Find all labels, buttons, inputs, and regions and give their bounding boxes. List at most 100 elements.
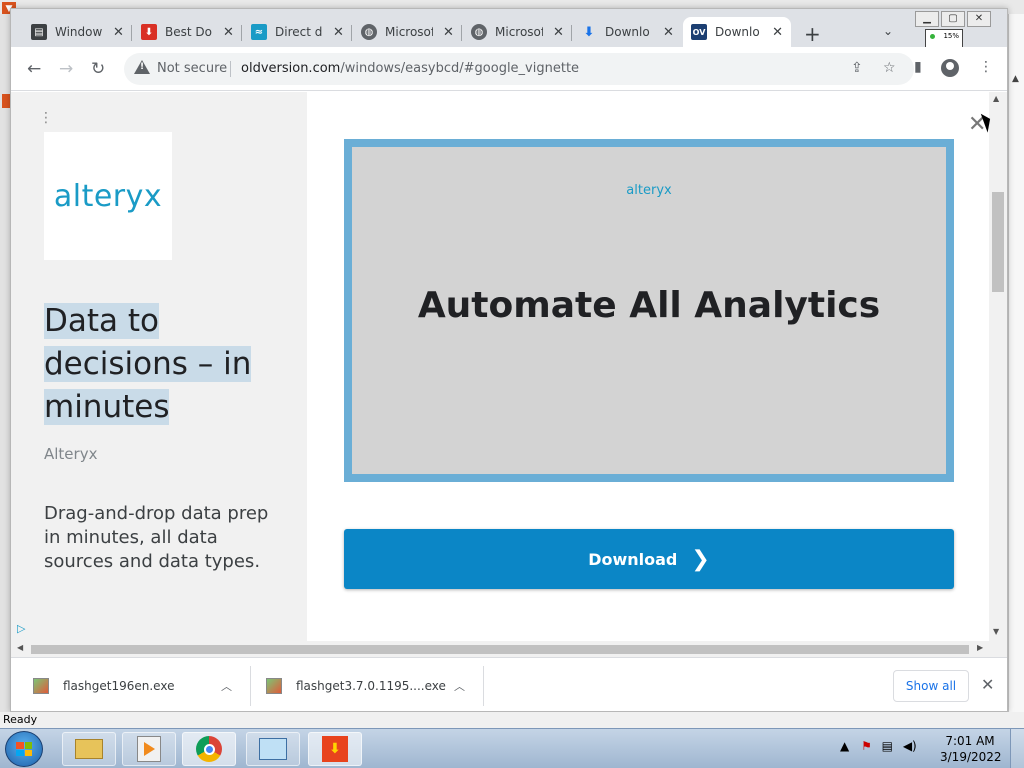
- url-host: oldversion.com: [241, 61, 341, 76]
- taskbar-media-player[interactable]: [122, 732, 176, 766]
- download-item[interactable]: flashget3.7.0.1195....exe: [266, 658, 466, 711]
- download-cta-button[interactable]: Download ❯: [344, 529, 954, 589]
- tab-close-icon[interactable]: ✕: [772, 25, 783, 40]
- tab-download-active[interactable]: OV Downlo ✕: [683, 17, 791, 47]
- advertiser-name[interactable]: Alteryx: [44, 445, 97, 463]
- tab-search-chevron-icon[interactable]: ⌄: [883, 24, 893, 38]
- chevron-up-icon[interactable]: ︿: [221, 678, 232, 694]
- close-window-button[interactable]: ✕: [967, 11, 991, 27]
- show-desktop-button[interactable]: [1010, 729, 1024, 768]
- close-icon[interactable]: ✕: [981, 675, 994, 694]
- forward-arrow-icon[interactable]: →: [59, 59, 73, 79]
- taskbar-chrome[interactable]: [182, 732, 236, 766]
- bookmark-star-icon[interactable]: ☆: [883, 60, 896, 76]
- network-icon[interactable]: ▤: [882, 739, 893, 753]
- tab-download-1[interactable]: ⬇ Downlo ✕: [573, 17, 682, 47]
- url-text[interactable]: oldversion.com/windows/easybcd/#google_v…: [241, 61, 579, 76]
- action-center-flag-icon[interactable]: ⚑: [861, 739, 872, 753]
- adchoices-icon[interactable]: ▷: [17, 622, 25, 635]
- start-button[interactable]: [5, 731, 43, 767]
- side-panel-icon[interactable]: ▮: [914, 59, 922, 75]
- scroll-right-arrow-icon[interactable]: ▶: [977, 643, 983, 652]
- scrollbar-thumb[interactable]: [31, 645, 969, 654]
- download-item[interactable]: flashget196en.exe: [33, 658, 233, 711]
- page-viewport: ⋮ alteryx Data to decisions – in minutes…: [11, 92, 1007, 641]
- tab-close-icon[interactable]: ✕: [553, 25, 564, 40]
- ad-creative-image[interactable]: alteryx Automate All Analytics: [344, 139, 954, 482]
- taskbar-flashget[interactable]: ⬇: [308, 732, 362, 766]
- background-window-right-edge: ▲: [1008, 14, 1024, 714]
- minimize-button[interactable]: ▁: [915, 11, 939, 27]
- tab-close-icon[interactable]: ✕: [333, 25, 344, 40]
- tab-direct-download[interactable]: ≈ Direct d ✕: [243, 17, 352, 47]
- media-player-icon: [137, 736, 161, 762]
- tab-microsoft-1[interactable]: ◍ Microsof ✕: [353, 17, 462, 47]
- folder-icon: [75, 739, 103, 759]
- globe-icon: ◍: [361, 24, 377, 40]
- status-bar: Ready: [0, 712, 1024, 728]
- scroll-up-arrow-icon[interactable]: ▲: [993, 94, 999, 103]
- scroll-up-arrow-icon[interactable]: ▲: [1012, 74, 1019, 84]
- warning-icon[interactable]: [134, 60, 150, 74]
- volume-icon[interactable]: ◀): [903, 739, 917, 753]
- address-bar[interactable]: Not secure oldversion.com/windows/easybc…: [124, 53, 914, 85]
- taskbar: ⬇ ▲ ⚑ ▤ ◀) 7:01 AM 3/19/2022: [0, 728, 1024, 768]
- tab-microsoft-2[interactable]: ◍ Microsof ✕: [463, 17, 572, 47]
- taskbar-explorer[interactable]: [62, 732, 116, 766]
- chrome-icon: [196, 736, 222, 762]
- tab-close-icon[interactable]: ✕: [113, 25, 124, 40]
- system-clock[interactable]: 7:01 AM 3/19/2022: [940, 733, 1002, 765]
- windows-logo-icon: [16, 742, 32, 756]
- ad-options-icon[interactable]: ⋮: [39, 110, 53, 126]
- document-icon: ▤: [31, 24, 47, 40]
- tab-label: Best Do: [165, 25, 212, 39]
- show-all-button[interactable]: Show all: [893, 670, 969, 702]
- reload-icon[interactable]: ↻: [91, 59, 105, 79]
- tab-label: Windows: [55, 25, 103, 39]
- show-hidden-icons-icon[interactable]: ▲: [840, 739, 849, 753]
- security-label[interactable]: Not secure: [157, 61, 227, 76]
- chevron-right-icon: ❯: [691, 546, 710, 572]
- browser-window: ▤ Windows ✕ ⬇ Best Do ✕ ≈ Direct d ✕ ◍ M…: [10, 8, 1008, 712]
- vertical-scrollbar[interactable]: ▲ ▼: [989, 92, 1007, 641]
- tab-label: Microsof: [385, 25, 433, 39]
- download-shelf: flashget196en.exe ︿ flashget3.7.0.1195..…: [11, 657, 1007, 711]
- clock-time: 7:01 AM: [945, 734, 995, 748]
- download-filename: flashget196en.exe: [63, 679, 175, 693]
- tab-windows[interactable]: ▤ Windows ✕: [23, 17, 132, 47]
- tab-best-download[interactable]: ⬇ Best Do ✕: [133, 17, 242, 47]
- download-filename: flashget3.7.0.1195....exe: [296, 679, 446, 693]
- ad-headline[interactable]: Data to decisions – in minutes: [44, 300, 284, 429]
- creative-headline: Automate All Analytics: [417, 285, 881, 326]
- flashget-icon: ⬇: [322, 736, 348, 762]
- scrollbar-thumb[interactable]: [992, 192, 1004, 292]
- tab-close-icon[interactable]: ✕: [663, 25, 674, 40]
- ad-creative-panel: alteryx Automate All Analytics Download …: [307, 92, 1007, 641]
- back-arrow-icon[interactable]: ←: [27, 59, 41, 79]
- wave-icon: ≈: [251, 24, 267, 40]
- ov-logo-icon: OV: [691, 24, 707, 40]
- ad-info-panel: ⋮ alteryx Data to decisions – in minutes…: [11, 92, 307, 641]
- share-icon[interactable]: ⇪: [851, 60, 863, 76]
- system-tray: ▲ ⚑ ▤ ◀): [840, 739, 917, 753]
- download-arrow-icon: ⬇: [583, 24, 595, 40]
- menu-kebab-icon[interactable]: ⋮: [979, 59, 993, 75]
- tab-close-icon[interactable]: ✕: [223, 25, 234, 40]
- alteryx-logo-text: alteryx: [53, 178, 163, 214]
- maximize-button[interactable]: ▢: [941, 11, 965, 27]
- ad-description[interactable]: Drag-and-drop data prep in minutes, all …: [44, 502, 274, 574]
- clock-date: 3/19/2022: [940, 750, 1002, 764]
- scroll-down-arrow-icon[interactable]: ▼: [993, 627, 999, 636]
- chevron-up-icon[interactable]: ︿: [454, 678, 465, 694]
- installer-file-icon: [33, 678, 49, 694]
- new-tab-button[interactable]: +: [804, 22, 821, 46]
- profile-avatar-icon[interactable]: [941, 59, 959, 77]
- tab-close-icon[interactable]: ✕: [443, 25, 454, 40]
- horizontal-scrollbar[interactable]: ◀ ▶: [11, 641, 1007, 657]
- tab-label: Downlo: [715, 25, 760, 39]
- tab-strip: ▤ Windows ✕ ⬇ Best Do ✕ ≈ Direct d ✕ ◍ M…: [11, 9, 1007, 67]
- taskbar-control-panel[interactable]: [246, 732, 300, 766]
- scroll-left-arrow-icon[interactable]: ◀: [17, 643, 23, 652]
- advertiser-logo[interactable]: alteryx: [44, 132, 172, 260]
- window-controls: ▁ ▢ ✕: [915, 11, 993, 27]
